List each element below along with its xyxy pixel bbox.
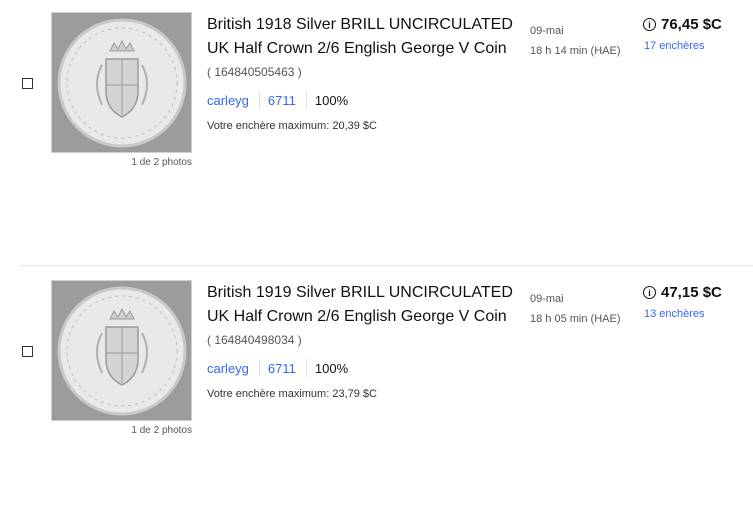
feedback-percent: 100% <box>314 92 349 108</box>
price-row: i 76,45 $C <box>643 16 722 33</box>
feedback-score-link[interactable]: 6711 <box>268 93 296 108</box>
info-icon[interactable]: i <box>643 286 656 299</box>
bid-count-link[interactable]: 17 enchères <box>644 40 705 52</box>
half-crown-coin-icon <box>52 281 191 420</box>
divider <box>305 359 307 377</box>
item-thumbnail[interactable] <box>51 12 192 153</box>
end-date: 09-mai <box>530 25 564 37</box>
current-price: 76,45 $C <box>661 16 722 33</box>
photo-count: 1 de 2 photos <box>131 425 192 436</box>
half-crown-coin-icon <box>52 13 191 152</box>
bid-count-link[interactable]: 13 enchères <box>644 308 705 320</box>
item-title-link[interactable]: British 1919 Silver BRILL UNCIRCULATED U… <box>207 281 522 329</box>
item-thumbnail[interactable] <box>51 280 192 421</box>
divider <box>258 359 260 377</box>
feedback-percent: 100% <box>314 360 349 376</box>
photo-count: 1 de 2 photos <box>131 157 192 168</box>
seller-name-link[interactable]: carleyg <box>207 361 249 376</box>
seller-name-link[interactable]: carleyg <box>207 93 249 108</box>
max-bid-text: Votre enchère maximum: 23,79 $C <box>207 388 377 400</box>
select-checkbox[interactable] <box>22 78 33 89</box>
end-date: 09-mai <box>530 293 564 305</box>
time-remaining: 18 h 14 min (HAE) <box>530 45 621 57</box>
listing-item: 1 de 2 photos British 1919 Silver BRILL … <box>0 268 753 528</box>
listing-item: 1 de 2 photos British 1918 Silver BRILL … <box>0 0 753 260</box>
price-row: i 47,15 $C <box>643 284 722 301</box>
time-remaining: 18 h 05 min (HAE) <box>530 313 621 325</box>
listing-divider <box>20 265 753 266</box>
feedback-score-link[interactable]: 6711 <box>268 361 296 376</box>
seller-info: carleyg 6711 100% <box>207 359 348 377</box>
item-id: ( 164840505463 ) <box>207 65 302 79</box>
current-price: 47,15 $C <box>661 284 722 301</box>
divider <box>258 91 260 109</box>
select-checkbox[interactable] <box>22 346 33 357</box>
max-bid-text: Votre enchère maximum: 20,39 $C <box>207 120 377 132</box>
info-icon[interactable]: i <box>643 18 656 31</box>
item-id: ( 164840498034 ) <box>207 333 302 347</box>
divider <box>305 91 307 109</box>
seller-info: carleyg 6711 100% <box>207 91 348 109</box>
item-title-link[interactable]: British 1918 Silver BRILL UNCIRCULATED U… <box>207 13 522 61</box>
